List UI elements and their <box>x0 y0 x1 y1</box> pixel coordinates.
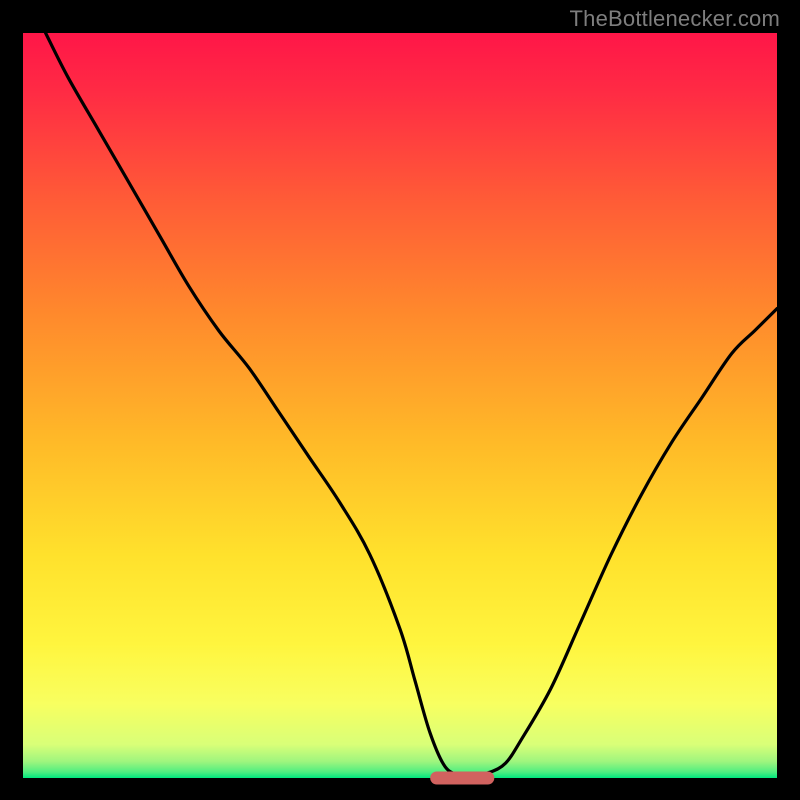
optimal-marker <box>430 772 494 785</box>
bottleneck-chart <box>0 0 800 800</box>
attribution-label: TheBottlenecker.com <box>570 6 780 32</box>
plot-area <box>23 33 777 778</box>
